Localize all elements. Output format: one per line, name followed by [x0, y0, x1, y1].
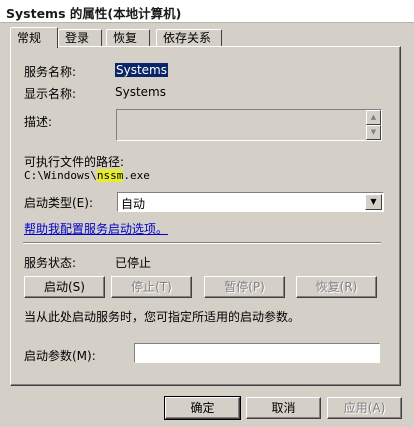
apply-button-label: 应用(A)	[343, 401, 386, 415]
pause-button-label: 暂停(P)	[224, 280, 265, 294]
cancel-button-label: 取消	[271, 401, 296, 415]
exe-path-suffix: .exe	[123, 169, 150, 182]
window-title: Systems 的属性(本地计算机)	[6, 6, 182, 21]
start-params-label: 启动参数(M):	[24, 349, 96, 363]
exe-path-highlight: nssm	[96, 169, 124, 182]
service-name-label: 服务名称:	[24, 65, 77, 79]
title-bar: Systems 的属性(本地计算机)	[0, 0, 414, 23]
tab-general-label: 常规	[17, 31, 42, 45]
exe-path-prefix: C:\Windows\	[24, 169, 97, 182]
service-name-value[interactable]: Systems	[115, 63, 168, 77]
status-label: 服务状态:	[24, 256, 77, 270]
startup-type-label: 启动类型(E):	[24, 196, 93, 210]
tab-logon[interactable]: 登录	[58, 29, 102, 47]
resume-button[interactable]: 恢复(R)	[296, 276, 377, 298]
resume-button-label: 恢复(R)	[315, 280, 358, 294]
stop-button[interactable]: 停止(T)	[111, 276, 192, 298]
status-value: 已停止	[115, 256, 152, 270]
scroll-down-icon[interactable]: ▼	[366, 125, 381, 140]
tab-recovery-label: 恢复	[113, 31, 138, 45]
ok-button[interactable]: 确定	[164, 396, 241, 420]
cancel-button[interactable]: 取消	[246, 397, 321, 419]
start-params-hint: 当从此处启动服务时，您可指定所适用的启动参数。	[24, 310, 301, 324]
divider	[23, 242, 381, 244]
startup-type-value: 自动	[121, 197, 146, 211]
start-button-label: 启动(S)	[44, 280, 85, 294]
tab-general[interactable]: 常规	[10, 27, 58, 48]
ok-button-label: 确定	[190, 401, 215, 415]
apply-button[interactable]: 应用(A)	[327, 397, 402, 419]
start-params-input[interactable]	[134, 343, 380, 363]
display-name-label: 显示名称:	[24, 87, 77, 101]
tab-dependencies[interactable]: 依存关系	[156, 29, 222, 47]
description-label: 描述:	[24, 115, 53, 129]
scroll-up-icon[interactable]: ▲	[366, 110, 381, 125]
exe-path-value[interactable]: C:\Windows\nssm.exe	[24, 169, 150, 182]
chevron-down-icon[interactable]: ▼	[365, 194, 382, 210]
pause-button[interactable]: 暂停(P)	[204, 276, 285, 298]
exe-path-label: 可执行文件的路径:	[24, 155, 125, 169]
start-button[interactable]: 启动(S)	[24, 276, 105, 298]
stop-button-label: 停止(T)	[131, 280, 172, 294]
display-name-value[interactable]: Systems	[115, 85, 166, 99]
general-panel: 服务名称: Systems 显示名称: Systems 描述: ▲ ▼ 可执行文…	[10, 46, 401, 386]
description-box[interactable]: ▲ ▼	[116, 109, 382, 141]
startup-type-select[interactable]: 自动 ▼	[117, 192, 384, 212]
tab-dependencies-label: 依存关系	[163, 31, 212, 45]
help-link[interactable]: 帮助我配置服务启动选项。	[24, 220, 168, 237]
tab-logon-label: 登录	[65, 31, 90, 45]
description-scrollbar[interactable]: ▲ ▼	[366, 110, 381, 140]
tab-recovery[interactable]: 恢复	[106, 29, 150, 47]
